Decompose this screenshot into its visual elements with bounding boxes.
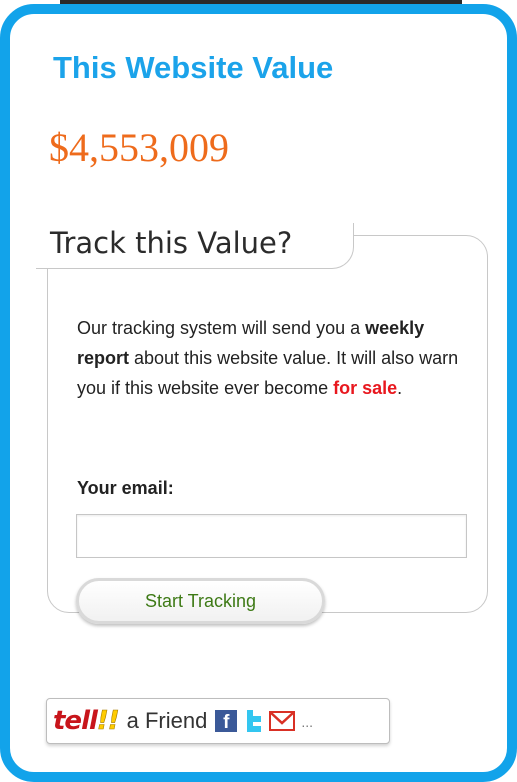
tell-a-friend-button[interactable]: tell!! a Friend f ... <box>46 698 390 744</box>
more-share-options[interactable]: ... <box>301 714 313 730</box>
share-icons: f ... <box>215 710 313 732</box>
tell-a-friend-label: a Friend <box>126 708 208 733</box>
description-text-1: Our tracking system will send you a <box>77 318 366 338</box>
website-value-amount: $4,553,009 <box>49 125 229 170</box>
widget-title: This Website Value <box>53 50 334 85</box>
facebook-icon[interactable]: f <box>215 710 238 732</box>
tell-logo-text: tell <box>53 706 98 736</box>
start-tracking-button[interactable]: Start Tracking <box>76 578 325 624</box>
description-text-3: . <box>397 378 403 398</box>
twitter-icon[interactable] <box>243 710 263 732</box>
tracking-description: Our tracking system will send you a week… <box>77 313 477 403</box>
track-value-heading: Track this Value? <box>50 226 293 260</box>
email-label: Your email: <box>77 478 174 498</box>
gmail-icon[interactable] <box>269 711 296 731</box>
email-input[interactable] <box>76 514 467 558</box>
tell-logo: tell!! <box>53 706 120 736</box>
tell-logo-exclamation: !! <box>96 706 120 736</box>
for-sale-text: for sale <box>333 378 398 398</box>
